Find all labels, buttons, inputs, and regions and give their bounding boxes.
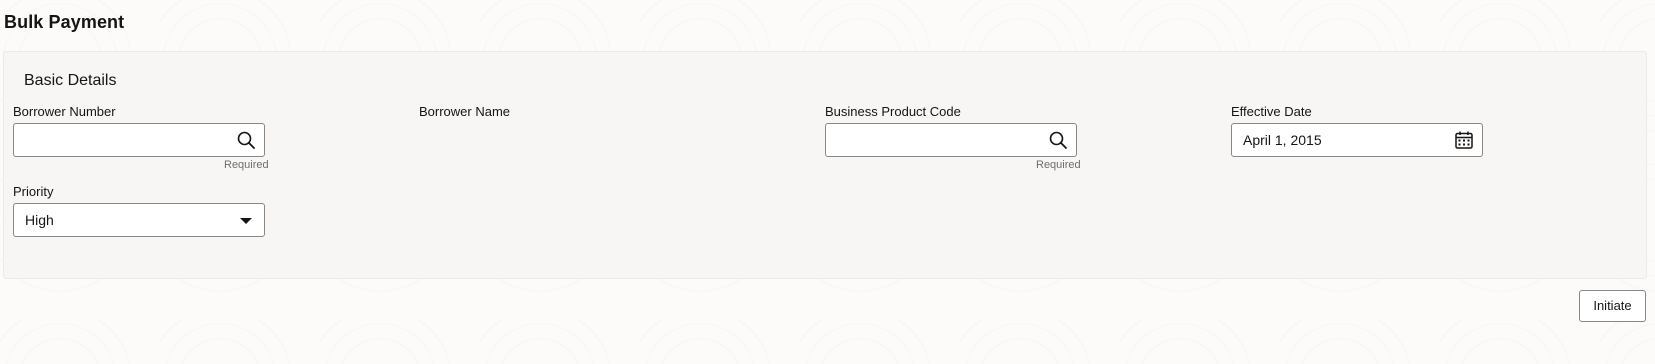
priority-select[interactable]: High: [13, 203, 265, 237]
page-title: Bulk Payment: [4, 12, 125, 32]
section-title: Basic Details: [24, 72, 117, 89]
borrower-number-input[interactable]: [13, 123, 265, 157]
business-product-code-label: Business Product Code: [825, 104, 961, 119]
search-icon[interactable]: [236, 130, 256, 150]
effective-date-label: Effective Date: [1231, 104, 1312, 119]
calendar-icon[interactable]: [1454, 130, 1474, 150]
borrower-number-required: Required: [224, 159, 269, 171]
initiate-button[interactable]: Initiate: [1579, 290, 1646, 322]
effective-date-input[interactable]: April 1, 2015: [1231, 123, 1483, 157]
borrower-name-label: Borrower Name: [419, 104, 511, 119]
business-product-code-input[interactable]: [825, 123, 1077, 157]
borrower-number-label: Borrower Number: [13, 104, 116, 119]
basic-details-panel: Basic Details Borrower Number Required B…: [3, 51, 1647, 279]
priority-value: High: [25, 212, 54, 228]
business-product-code-required: Required: [1036, 159, 1081, 171]
priority-label: Priority: [13, 184, 54, 199]
effective-date-value: April 1, 2015: [1243, 132, 1322, 148]
caret-down-icon[interactable]: [236, 210, 256, 230]
search-icon[interactable]: [1048, 130, 1068, 150]
